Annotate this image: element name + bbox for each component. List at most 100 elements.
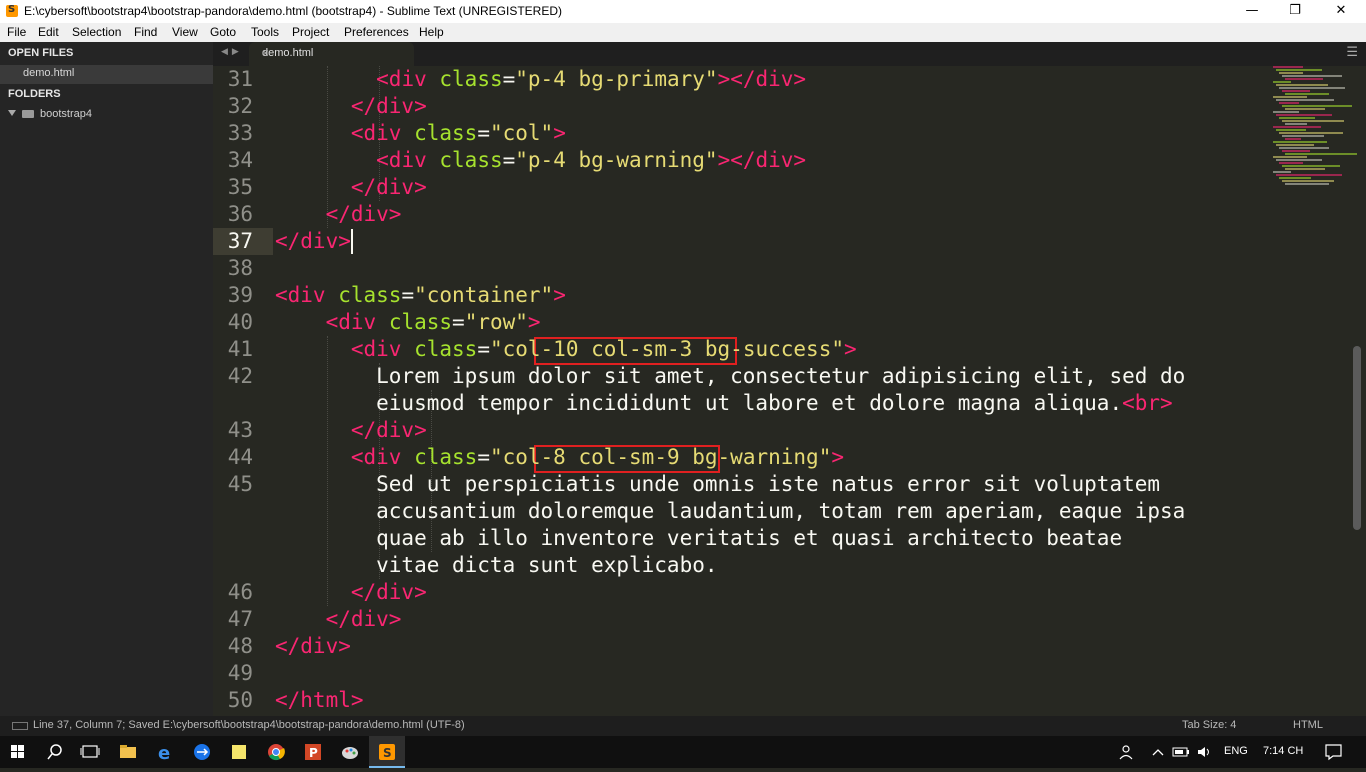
taskbar-powerpoint[interactable]: P bbox=[295, 736, 331, 768]
minimap-line bbox=[1282, 180, 1334, 182]
code-line: <div class="p-4 bg-warning"></div> bbox=[376, 148, 807, 172]
input-language[interactable]: ENG bbox=[1224, 745, 1248, 757]
open-file-item[interactable]: demo.html bbox=[0, 65, 213, 84]
tab-size-indicator[interactable]: Tab Size: 4 bbox=[1182, 719, 1236, 731]
volume-icon[interactable] bbox=[1196, 744, 1214, 760]
folder-icon bbox=[22, 110, 34, 118]
sublime-text-icon: S bbox=[379, 744, 395, 760]
folders-heading: FOLDERS bbox=[8, 88, 61, 100]
line-number: 45 bbox=[227, 472, 253, 496]
minimap-line bbox=[1273, 126, 1321, 128]
code-line: <div class="col"> bbox=[350, 121, 566, 145]
hamburger-menu-icon[interactable]: ☰ bbox=[1346, 45, 1358, 60]
menu-tools[interactable]: Tools bbox=[251, 25, 279, 39]
code-line: <div class="row"> bbox=[325, 310, 541, 334]
menu-project[interactable]: Project bbox=[292, 25, 329, 39]
taskbar-sublime-text[interactable]: S bbox=[369, 736, 405, 768]
minimap-line bbox=[1279, 132, 1343, 134]
paint-icon bbox=[342, 747, 358, 759]
powerpoint-icon: P bbox=[305, 744, 321, 760]
open-file-label: demo.html bbox=[23, 67, 75, 79]
menu-preferences[interactable]: Preferences bbox=[344, 25, 409, 39]
code-line: <div class="col-10 col-sm-3 bg-success"> bbox=[350, 337, 857, 361]
panel-toggle-icon[interactable] bbox=[12, 722, 28, 730]
minimap-line bbox=[1273, 141, 1327, 143]
minimap-line bbox=[1285, 183, 1329, 185]
minimap[interactable] bbox=[1273, 66, 1357, 196]
code-line: accusantium doloremque laudantium, totam… bbox=[275, 499, 1186, 523]
task-view-button[interactable] bbox=[72, 736, 108, 768]
vertical-scrollbar[interactable] bbox=[1353, 346, 1361, 530]
tab-demo-html[interactable]: demo.html × bbox=[249, 42, 414, 66]
people-icon[interactable] bbox=[1118, 742, 1138, 762]
line-number: 32 bbox=[227, 94, 253, 118]
expand-triangle-icon[interactable] bbox=[8, 110, 16, 116]
menu-view[interactable]: View bbox=[172, 25, 198, 39]
battery-icon[interactable] bbox=[1172, 744, 1190, 760]
minimap-line bbox=[1273, 81, 1291, 83]
code-line: <div class="p-4 bg-primary"></div> bbox=[376, 67, 807, 91]
code-line: <div class="container"> bbox=[275, 283, 566, 307]
minimap-line bbox=[1282, 120, 1344, 122]
syntax-indicator[interactable]: HTML bbox=[1293, 719, 1323, 731]
sublime-app-icon bbox=[6, 4, 18, 17]
minimize-button[interactable]: — bbox=[1229, 0, 1275, 23]
menu-find[interactable]: Find bbox=[134, 25, 157, 39]
taskbar-teamviewer[interactable] bbox=[184, 736, 220, 768]
line-number: 46 bbox=[227, 580, 253, 604]
minimap-line bbox=[1282, 105, 1352, 107]
code-line: quae ab illo inventore veritatis et quas… bbox=[275, 526, 1123, 550]
line-number: 35 bbox=[227, 175, 253, 199]
taskbar-file-explorer[interactable] bbox=[110, 736, 146, 768]
start-button[interactable] bbox=[0, 736, 36, 768]
taskbar-paint[interactable] bbox=[332, 736, 368, 768]
line-number: 40 bbox=[227, 310, 253, 334]
chevron-up-icon[interactable] bbox=[1150, 744, 1166, 760]
search-button[interactable] bbox=[36, 736, 72, 768]
notifications-icon[interactable] bbox=[1324, 743, 1344, 761]
minimap-line bbox=[1285, 123, 1307, 125]
text-caret bbox=[351, 229, 353, 254]
clock[interactable]: 7:14 CH bbox=[1263, 745, 1303, 757]
code-line: Sed ut perspiciatis unde omnis iste natu… bbox=[275, 472, 1161, 496]
menu-bar: File Edit Selection Find View Goto Tools… bbox=[0, 23, 1366, 42]
window-title: E:\cybersoft\bootstrap4\bootstrap-pandor… bbox=[24, 4, 563, 18]
tab-scroll-arrows-icon[interactable]: ◀▶ bbox=[221, 47, 243, 57]
search-icon bbox=[47, 744, 62, 760]
minimap-line bbox=[1279, 102, 1299, 104]
minimap-line bbox=[1279, 147, 1329, 149]
code-line: </div> bbox=[325, 607, 402, 631]
menu-goto[interactable]: Goto bbox=[210, 25, 236, 39]
line-number: 49 bbox=[227, 661, 253, 685]
file-explorer-icon bbox=[120, 745, 136, 758]
tab-close-icon[interactable]: × bbox=[262, 46, 406, 60]
minimap-line bbox=[1282, 90, 1310, 92]
menu-help[interactable]: Help bbox=[419, 25, 444, 39]
folder-item[interactable]: bootstrap4 bbox=[8, 108, 92, 120]
minimap-line bbox=[1276, 159, 1322, 161]
maximize-button[interactable]: ❐ bbox=[1272, 0, 1318, 23]
code-line: </div> bbox=[275, 634, 351, 658]
line-number: 39 bbox=[227, 283, 253, 307]
svg-text:S: S bbox=[383, 746, 392, 760]
minimap-line bbox=[1273, 96, 1307, 98]
code-editor[interactable]: <div class="p-4 bg-primary"></div> </div… bbox=[275, 66, 1275, 716]
windows-logo-icon bbox=[11, 745, 24, 758]
line-number: 37 bbox=[227, 229, 253, 253]
close-window-button[interactable]: ✕ bbox=[1318, 0, 1364, 23]
menu-file[interactable]: File bbox=[7, 25, 26, 39]
minimap-line bbox=[1285, 153, 1357, 155]
taskbar-chrome[interactable] bbox=[258, 736, 294, 768]
minimap-line bbox=[1285, 78, 1323, 80]
line-number: 44 bbox=[227, 445, 253, 469]
taskbar-edge[interactable]: e bbox=[147, 736, 183, 768]
minimap-line bbox=[1285, 138, 1301, 140]
line-number: 47 bbox=[227, 607, 253, 631]
svg-text:e: e bbox=[158, 743, 170, 764]
open-files-heading: OPEN FILES bbox=[8, 47, 74, 59]
minimap-line bbox=[1273, 66, 1303, 68]
line-number: 33 bbox=[227, 121, 253, 145]
menu-edit[interactable]: Edit bbox=[38, 25, 59, 39]
menu-selection[interactable]: Selection bbox=[72, 25, 121, 39]
taskbar-sticky-notes[interactable] bbox=[221, 736, 257, 768]
